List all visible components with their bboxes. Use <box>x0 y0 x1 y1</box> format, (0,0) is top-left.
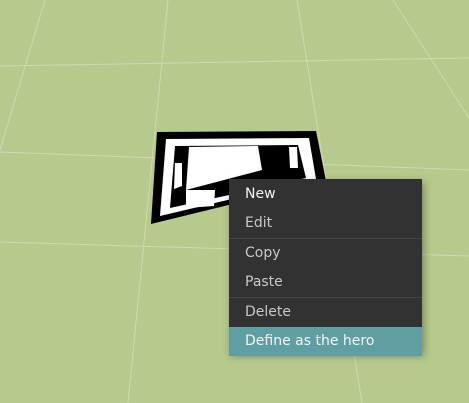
menu-item-new[interactable]: New <box>229 180 422 209</box>
object-inner-notch-right <box>289 147 298 168</box>
menu-item-copy[interactable]: Copy <box>229 239 422 268</box>
object-inner-notch-bottom <box>186 190 215 208</box>
menu-item-define-as-hero[interactable]: Define as the hero <box>229 327 422 356</box>
context-menu: New Edit Copy Paste Delete Define as the… <box>229 179 422 356</box>
menu-item-edit[interactable]: Edit <box>229 209 422 238</box>
menu-item-delete[interactable]: Delete <box>229 298 422 327</box>
object-inner-notch-left <box>174 163 182 189</box>
scene-viewport[interactable]: New Edit Copy Paste Delete Define as the… <box>0 0 469 403</box>
menu-item-paste[interactable]: Paste <box>229 268 422 297</box>
